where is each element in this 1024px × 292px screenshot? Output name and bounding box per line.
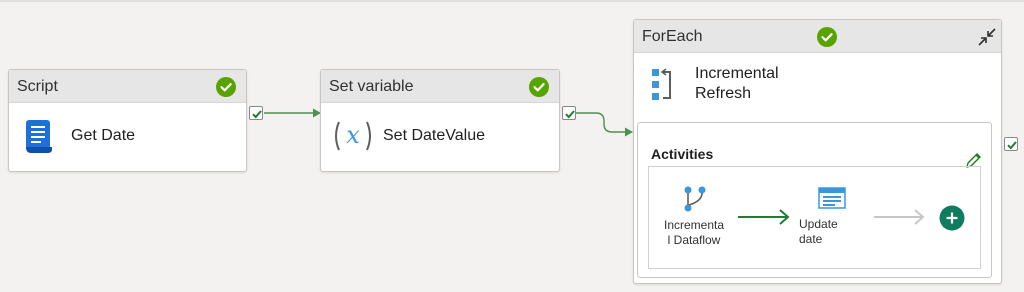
success-check-icon [216, 77, 236, 97]
inner-activity-line1: Update [799, 217, 838, 231]
inner-activity-label[interactable]: Update date [799, 217, 849, 247]
activity-type-label: Script [17, 78, 58, 95]
foreach-name-line1: Incremental [695, 65, 779, 82]
activity-name: Set DateValue [383, 127, 485, 144]
pipeline-canvas: Script Get Date Set variable x Set DateV… [0, 0, 1024, 292]
table-icon [818, 187, 846, 209]
inner-activity-label[interactable]: Incrementa l Dataflow [653, 218, 735, 248]
setvariable-activity-header: Set variable [321, 70, 559, 103]
inner-activity-line1: Incrementa [663, 218, 725, 232]
success-output-port[interactable] [249, 106, 263, 120]
connector-arrowhead-2 [625, 127, 633, 137]
dataflow-icon [684, 186, 706, 212]
success-output-port[interactable] [562, 106, 576, 120]
foreach-activity-header: ForEach [634, 20, 1001, 53]
activities-container[interactable]: Activities Incrementa l Dataflow Update … [637, 122, 992, 278]
collapse-icon[interactable] [977, 27, 997, 47]
check-icon [565, 110, 575, 119]
foreach-activity-card[interactable]: ForEach Incremental Refresh Activities I… [633, 19, 1002, 284]
activity-name: Get Date [71, 127, 136, 144]
success-check-icon [529, 77, 549, 97]
activity-type-label: Set variable [329, 78, 414, 95]
script-icon [26, 120, 52, 153]
success-output-port[interactable] [1004, 137, 1018, 151]
activities-label: Activities [651, 146, 714, 162]
inner-activity-line2: l Dataflow [667, 233, 721, 247]
check-icon [1007, 141, 1017, 150]
foreach-name-line2: Refresh [695, 85, 752, 102]
foreach-icon [652, 68, 671, 100]
inner-activity-line2: date [799, 232, 823, 246]
success-check-icon [817, 27, 837, 47]
setvariable-activity-card[interactable]: Set variable x Set DateValue [320, 69, 560, 172]
svg-text:x: x [346, 121, 360, 149]
activities-inner-canvas: Incrementa l Dataflow Update date [648, 166, 981, 269]
script-activity-card[interactable]: Script Get Date [8, 69, 247, 172]
connector-setvariable-to-foreach [576, 112, 630, 133]
check-icon [252, 110, 262, 119]
activity-type-label: ForEach [642, 28, 703, 45]
plus-icon[interactable] [939, 205, 965, 231]
script-activity-header: Script [9, 70, 246, 103]
variable-icon: x [335, 121, 371, 151]
